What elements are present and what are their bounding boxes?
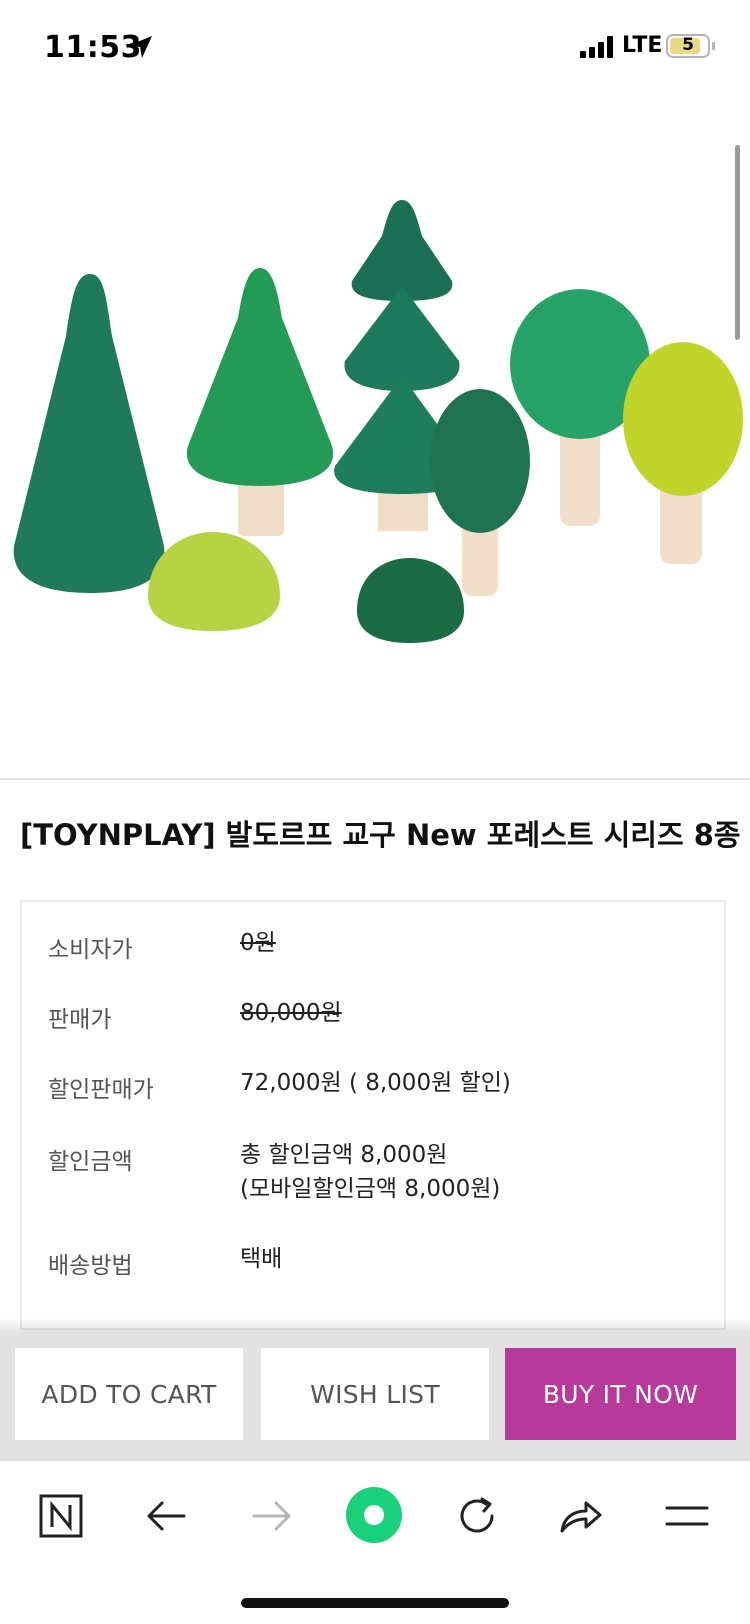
info-label-discount-amount: 할인금액 bbox=[48, 1149, 133, 1175]
home-indicator[interactable] bbox=[241, 1598, 509, 1608]
share-icon[interactable] bbox=[556, 1491, 606, 1541]
info-value-mobile-discount: (모바일할인금액 8,000원) bbox=[240, 1176, 501, 1202]
location-arrow-icon bbox=[130, 36, 152, 58]
product-title: [TOYNPLAY] 발도르프 교구 New 포레스트 시리즈 8종 bbox=[20, 818, 741, 852]
green-dot-icon[interactable] bbox=[344, 1485, 404, 1545]
reload-icon[interactable] bbox=[452, 1491, 502, 1541]
info-label-discount-price: 할인판매가 bbox=[48, 1077, 154, 1103]
info-value-discount-amount: 총 할인금액 8,000원 bbox=[240, 1142, 448, 1168]
back-arrow-icon[interactable] bbox=[142, 1491, 192, 1541]
info-value-consumer-price: 0원 bbox=[240, 930, 276, 956]
wish-list-button[interactable]: WISH LIST bbox=[261, 1348, 489, 1440]
product-image bbox=[0, 96, 750, 778]
battery-icon: 5 bbox=[666, 34, 710, 58]
action-bar: ADD TO CART WISH LIST BUY IT NOW bbox=[0, 1333, 750, 1460]
info-value-discount-price: 72,000원 ( 8,000원 할인) bbox=[240, 1070, 511, 1096]
buy-it-now-button[interactable]: BUY IT NOW bbox=[505, 1348, 736, 1440]
forward-arrow-icon[interactable] bbox=[246, 1491, 296, 1541]
battery-level: 5 bbox=[682, 35, 694, 55]
info-value-shipping: 택배 bbox=[240, 1246, 283, 1272]
tree-toys-illustration bbox=[13, 200, 743, 643]
network-type: LTE bbox=[622, 33, 663, 58]
divider bbox=[0, 778, 750, 780]
info-label-consumer-price: 소비자가 bbox=[48, 937, 133, 963]
info-label-sale-price: 판매가 bbox=[48, 1007, 112, 1033]
signal-bars-icon bbox=[580, 36, 613, 58]
naver-n-icon[interactable] bbox=[36, 1491, 86, 1541]
info-label-shipping: 배송방법 bbox=[48, 1253, 133, 1279]
product-info-table: 소비자가 0원 판매가 80,000원 할인판매가 72,000원 ( 8,00… bbox=[20, 900, 726, 1330]
info-value-sale-price: 80,000원 bbox=[240, 1000, 342, 1026]
status-bar: 11:53 LTE 5 bbox=[0, 0, 750, 96]
page-scrollbar[interactable] bbox=[735, 145, 740, 340]
add-to-cart-button[interactable]: ADD TO CART bbox=[15, 1348, 243, 1440]
action-bar-shadow bbox=[0, 1318, 750, 1334]
menu-icon[interactable] bbox=[662, 1491, 712, 1541]
